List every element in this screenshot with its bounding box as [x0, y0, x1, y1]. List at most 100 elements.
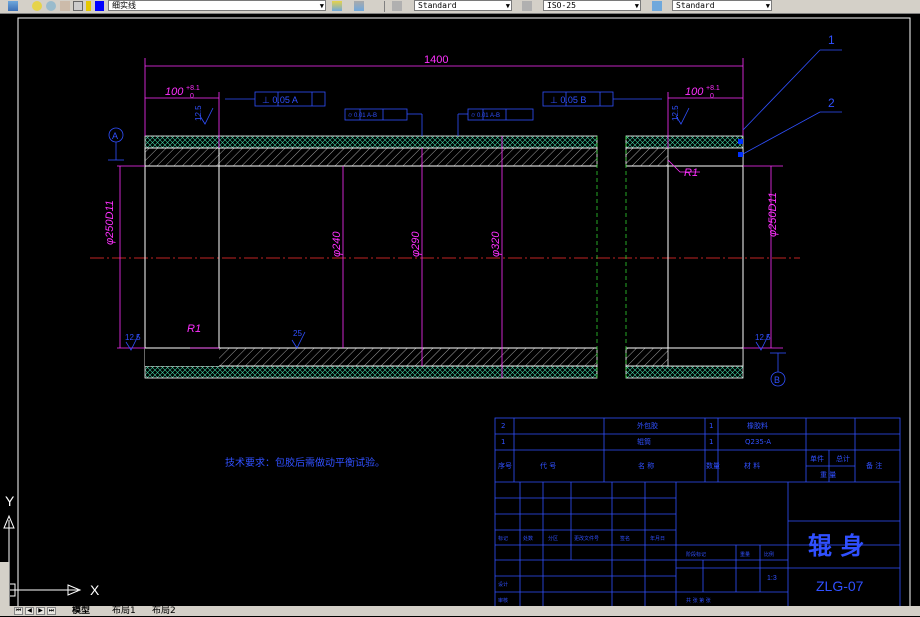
hdr-code: 代 号 — [540, 461, 556, 470]
layer-select-value: 细实线 — [112, 1, 136, 10]
rough-bottom-left: 12.5 — [125, 333, 141, 342]
gdt-frames — [108, 49, 842, 387]
text-style-icon[interactable] — [392, 1, 402, 11]
label-sign: 签名 — [620, 535, 630, 542]
layer-select[interactable]: 细实线 ▼ — [108, 0, 326, 11]
tol-right-upper: +8.1 — [706, 85, 720, 92]
label-sheet: 共 张 第 张 — [686, 597, 711, 604]
tab-layout2[interactable]: 布局2 — [152, 606, 176, 616]
tab-first-button[interactable]: ⏮ — [14, 607, 23, 615]
chevron-down-icon: ▼ — [319, 2, 324, 10]
tech-requirement-note: 技术要求：包胶后需做动平衡试验。 — [225, 456, 385, 469]
tab-next-button[interactable]: ▶ — [36, 607, 45, 615]
tab-last-button[interactable]: ⏭ — [47, 607, 56, 615]
chevron-down-icon: ▼ — [765, 2, 770, 10]
dim-style-select[interactable]: ISO-25 ▼ — [543, 0, 641, 11]
chevron-down-icon: ▼ — [505, 2, 510, 10]
label-design: 设计 — [498, 581, 508, 588]
label-date: 年月日 — [650, 535, 665, 542]
dia-320: φ320 — [490, 231, 502, 257]
layer-plot-icon[interactable] — [73, 1, 83, 11]
label-scale: 比例 — [764, 551, 774, 558]
label-change-no: 更改文件号 — [574, 535, 599, 542]
label-zone: 分区 — [548, 535, 558, 542]
table-style-value: Standard — [676, 1, 715, 10]
datum-a-label: A — [112, 131, 118, 141]
hdr-qty: 数量 — [706, 461, 720, 470]
table-style-icon[interactable] — [652, 1, 662, 11]
dia-240: φ240 — [331, 231, 343, 257]
label-count: 处数 — [523, 535, 533, 542]
dim-left-length: 100 — [165, 86, 184, 98]
hdr-name: 名 称 — [638, 461, 654, 470]
layer-freeze-icon[interactable] — [46, 1, 56, 11]
dia-290: φ290 — [410, 231, 422, 257]
row2-seq: 2 — [501, 422, 505, 430]
gdt-cyl-1: ⌭ 0.01 A-B — [348, 113, 377, 119]
dim-total-length: 1400 — [424, 54, 448, 66]
layer-previous-icon[interactable] — [354, 1, 364, 11]
rough-top: 12.5 — [194, 105, 203, 121]
leader-label-2: 2 — [828, 96, 835, 110]
label-review: 审核 — [498, 597, 508, 604]
layer-color-icon[interactable] — [86, 1, 91, 11]
tol-left-lower: 0 — [190, 93, 194, 100]
scale-value: 1:3 — [767, 575, 777, 582]
dim-style-value: ISO-25 — [547, 1, 576, 10]
axis-y-label: Y — [5, 493, 15, 509]
row1-seq: 1 — [501, 438, 505, 446]
tab-prev-button[interactable]: ◀ — [25, 607, 34, 615]
gdt-perp-a: ⊥ 0.05 A — [262, 95, 298, 105]
drawing-canvas[interactable]: 1400 100 100 φ250D11 φ250D11 φ240 φ290 φ… — [0, 14, 920, 606]
label-stage: 阶段标记 — [686, 551, 706, 558]
dia-outer-left: φ250D11 — [104, 200, 116, 245]
roller-left-section — [144, 135, 598, 379]
properties-toolbar: 细实线 ▼ Standard ▼ ISO-25 ▼ Standard ▼ — [0, 0, 920, 14]
hdr-total: 总计 — [836, 454, 850, 463]
hdr-single: 单件 — [810, 454, 824, 463]
radius-label-2: R1 — [684, 167, 698, 179]
tol-left-upper: +8.1 — [186, 85, 200, 92]
chevron-down-icon: ▼ — [634, 2, 639, 10]
part-name: 辊 身 — [808, 532, 864, 560]
text-style-select[interactable]: Standard ▼ — [414, 0, 512, 11]
radius-label-1: R1 — [187, 323, 201, 335]
row1-name: 辊筒 — [637, 437, 651, 446]
leader-label-1: 1 — [828, 33, 835, 47]
row2-material: 橡胶料 — [747, 421, 768, 430]
row2-qty: 1 — [709, 422, 713, 430]
layer-on-icon[interactable] — [32, 1, 42, 11]
layer-lock-icon[interactable] — [60, 1, 70, 11]
row2-name: 外包胶 — [637, 421, 658, 430]
drawing-number: ZLG-07 — [816, 578, 864, 594]
toolbar-separator — [384, 1, 385, 12]
dia-outer-right: φ250D11 — [767, 192, 779, 237]
ucs-axis-icon — [2, 514, 82, 597]
label-weight: 重量 — [740, 551, 750, 558]
layer-color-swatch-icon[interactable] — [95, 1, 104, 11]
command-panel-edge — [0, 562, 10, 606]
tab-layout1[interactable]: 布局1 — [112, 606, 136, 616]
dimensions — [117, 58, 783, 378]
rough-bottom-mid: 25 — [293, 329, 302, 338]
dim-style-icon[interactable] — [522, 1, 532, 11]
datum-b-label: B — [774, 375, 780, 385]
gdt-cyl-2: ⌭ 0.01 A-B — [471, 113, 500, 119]
make-current-layer-icon[interactable] — [332, 1, 342, 11]
tab-model[interactable]: 模型 — [72, 606, 90, 616]
rough-right-top: 12.5 — [671, 105, 680, 121]
hdr-material: 材 料 — [744, 461, 760, 470]
tol-right-lower: 0 — [710, 93, 714, 100]
row1-qty: 1 — [709, 438, 713, 446]
drawing-border — [17, 17, 911, 606]
table-style-select[interactable]: Standard ▼ — [672, 0, 772, 11]
hdr-remark: 备 注 — [866, 461, 882, 470]
rough-bottom-right: 12.5 — [755, 333, 771, 342]
dim-right-length: 100 — [685, 86, 704, 98]
hdr-seq: 序号 — [498, 461, 512, 470]
layer-manager-icon[interactable] — [8, 1, 18, 11]
label-mark: 标记 — [498, 535, 508, 542]
row1-material: Q235-A — [745, 438, 771, 446]
text-style-value: Standard — [418, 1, 457, 10]
hdr-weight: 重 量 — [820, 471, 836, 479]
